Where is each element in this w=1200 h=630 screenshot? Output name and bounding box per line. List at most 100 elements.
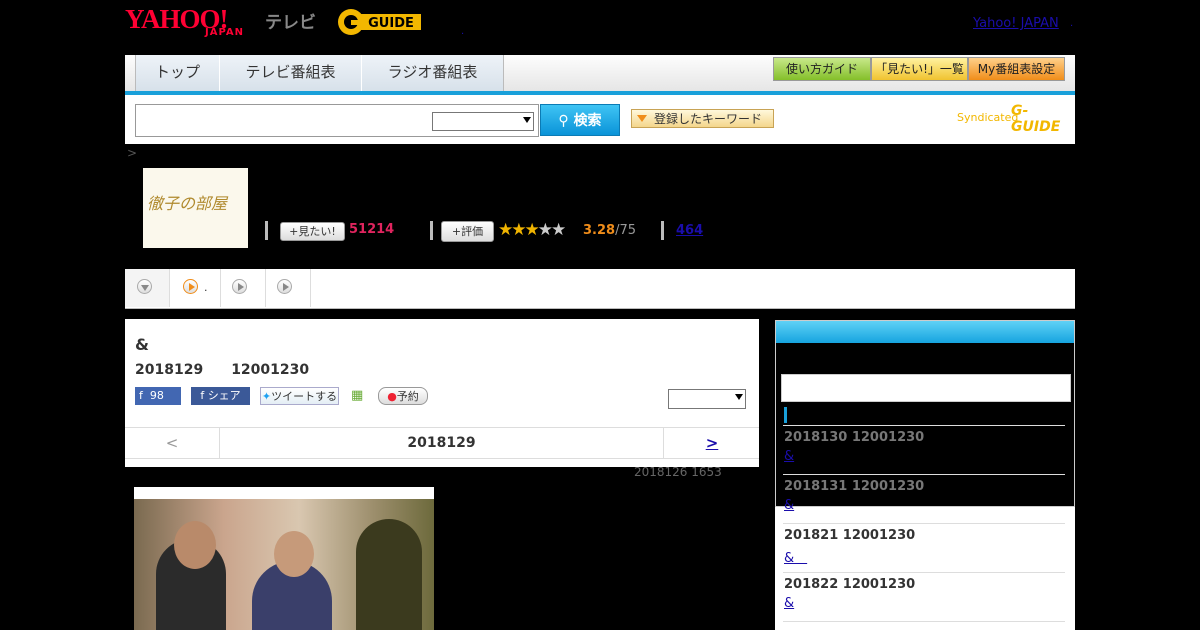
upcoming-episode-link[interactable]: & xyxy=(784,547,807,566)
star-icon: ★ xyxy=(537,220,553,240)
calendar-add-icon[interactable]: ▦ xyxy=(351,387,367,405)
tweet-label: ツイートする xyxy=(271,390,338,403)
divider xyxy=(265,221,268,240)
star-icon: ★ xyxy=(498,220,513,240)
episode-datetime: 2018129 12001230 xyxy=(135,362,310,378)
rating-score: 3.28/75 xyxy=(583,223,636,238)
svg-text:GUIDE: GUIDE xyxy=(368,16,414,31)
syndicated-text: Syndicated xyxy=(957,111,1019,124)
divider xyxy=(783,425,1065,426)
divider xyxy=(783,572,1065,573)
search-button[interactable]: ⚲ 検索 xyxy=(540,104,620,136)
header-dot-right: . xyxy=(1070,18,1074,29)
upcoming-episode-date: 201822 12001230 xyxy=(784,577,916,592)
star-icon: ★ xyxy=(551,220,566,240)
program-thumbnail-title: 徹子の部屋 xyxy=(147,194,228,213)
star-icon: ★ xyxy=(511,220,526,240)
divider xyxy=(783,523,1065,524)
facebook-share-button[interactable]: f シェア xyxy=(191,387,250,405)
want-to-watch-button[interactable]: +見たい! xyxy=(280,222,345,241)
tab-collapse[interactable] xyxy=(125,269,170,307)
rate-label: 評価 xyxy=(461,225,484,238)
tweet-button[interactable]: ✦ツイートする xyxy=(260,387,339,405)
japan-logo-text: JAPAN xyxy=(205,27,244,38)
saved-keywords-button[interactable]: 登録したキーワード xyxy=(631,109,774,128)
chevron-down-icon xyxy=(735,394,743,400)
upcoming-episode-link[interactable]: & xyxy=(784,498,794,513)
tab-3[interactable] xyxy=(221,269,266,307)
chevron-down-icon xyxy=(523,117,531,123)
watchlist-button[interactable]: 「見たい!」一覧 xyxy=(871,57,968,81)
upcoming-episode-date: 2018130 12001230 xyxy=(784,430,925,445)
tab-2-label: . xyxy=(204,281,208,294)
plus-icon: + xyxy=(289,225,299,238)
episode-panel: & 2018129 12001230 f 98 f シェア ✦ツイートする ▦ … xyxy=(125,319,759,467)
upcoming-episodes-panel: 2018130 12001230 & 2018131 12001230 & 20… xyxy=(775,320,1075,630)
tv-logo-text: テレビ xyxy=(265,13,316,33)
side-panel-marker xyxy=(784,407,787,423)
divider xyxy=(430,221,433,240)
twitter-icon: ✦ xyxy=(261,390,272,403)
star-icon: ★ xyxy=(524,220,540,240)
yahoo-japan-link[interactable]: Yahoo! JAPAN xyxy=(973,16,1059,31)
breadcrumb: > xyxy=(127,146,138,160)
rating-value: 3.28 xyxy=(583,223,616,238)
tab-tv-schedule[interactable]: テレビ番組表 xyxy=(219,55,362,91)
reserve-button[interactable]: ●予約 xyxy=(378,387,428,405)
episode-photo-scene xyxy=(134,499,434,630)
rating-max: /75 xyxy=(615,223,636,238)
play-icon xyxy=(277,279,292,294)
rate-button[interactable]: +評価 xyxy=(441,221,494,242)
upcoming-episode-date: 2018131 12001230 xyxy=(784,479,925,494)
upcoming-episode-date: 201821 12001230 xyxy=(784,528,916,543)
divider xyxy=(661,221,664,240)
side-panel-header xyxy=(776,321,1074,343)
episode-photo xyxy=(134,487,434,630)
main-nav: トップ テレビ番組表 ラジオ番組表 使い方ガイド 「見たい!」一覧 My番組表設… xyxy=(125,55,1075,95)
divider xyxy=(783,474,1065,475)
tab-top[interactable]: トップ xyxy=(135,55,220,91)
facebook-icon: f xyxy=(139,389,147,402)
last-updated: 2018126 1653 xyxy=(634,465,722,479)
usage-guide-button[interactable]: 使い方ガイド xyxy=(773,57,871,81)
tab-2[interactable]: . xyxy=(170,269,221,307)
previous-episode-button[interactable]: < xyxy=(125,428,220,458)
play-icon xyxy=(232,279,247,294)
search-button-label: 検索 xyxy=(573,113,602,129)
facebook-like-count: 98 xyxy=(149,389,164,402)
play-icon xyxy=(183,279,198,294)
search-bar: ⚲ 検索 登録したキーワード Syndicated G-GUIDE xyxy=(125,95,1075,144)
chevron-down-icon xyxy=(137,279,152,294)
current-episode-date: 2018129 xyxy=(407,435,476,451)
search-category-select[interactable] xyxy=(432,112,534,131)
reserve-label: 予約 xyxy=(396,390,419,403)
plus-icon: + xyxy=(451,225,462,238)
rating-stars: ★★★★★ xyxy=(498,220,566,240)
tab-4[interactable] xyxy=(266,269,311,307)
facebook-like-button[interactable]: f 98 xyxy=(135,387,181,405)
facebook-icon: f xyxy=(200,389,208,402)
header-dot: . xyxy=(461,26,465,37)
upcoming-episode-link[interactable]: & xyxy=(784,596,794,611)
want-to-watch-label: 見たい! xyxy=(298,225,336,238)
divider xyxy=(783,621,1065,622)
episode-navigation: < 2018129 > xyxy=(125,427,759,459)
episode-title: & xyxy=(135,335,149,354)
review-count-link[interactable]: 464 xyxy=(676,223,703,238)
record-icon: ● xyxy=(387,390,397,403)
side-panel-input[interactable] xyxy=(781,374,1071,402)
want-to-watch-count: 51214 xyxy=(349,222,395,237)
facebook-share-label: シェア xyxy=(207,389,241,402)
triangle-down-icon xyxy=(637,115,647,122)
saved-keywords-label: 登録したキーワード xyxy=(654,112,763,126)
search-icon: ⚲ xyxy=(558,113,574,129)
tab-radio-schedule[interactable]: ラジオ番組表 xyxy=(361,55,504,91)
program-tab-strip: . xyxy=(125,269,1075,309)
upcoming-episode-link[interactable]: & xyxy=(784,449,794,464)
next-episode-link[interactable]: > xyxy=(663,428,760,458)
my-schedule-settings-button[interactable]: My番組表設定 xyxy=(968,57,1065,81)
episode-action-select[interactable] xyxy=(668,389,746,409)
gguide-logo[interactable]: GUIDE xyxy=(335,7,427,37)
syndicated-gguide-logo: G-GUIDE xyxy=(1011,103,1061,135)
program-thumbnail[interactable]: 徹子の部屋 xyxy=(143,168,248,248)
